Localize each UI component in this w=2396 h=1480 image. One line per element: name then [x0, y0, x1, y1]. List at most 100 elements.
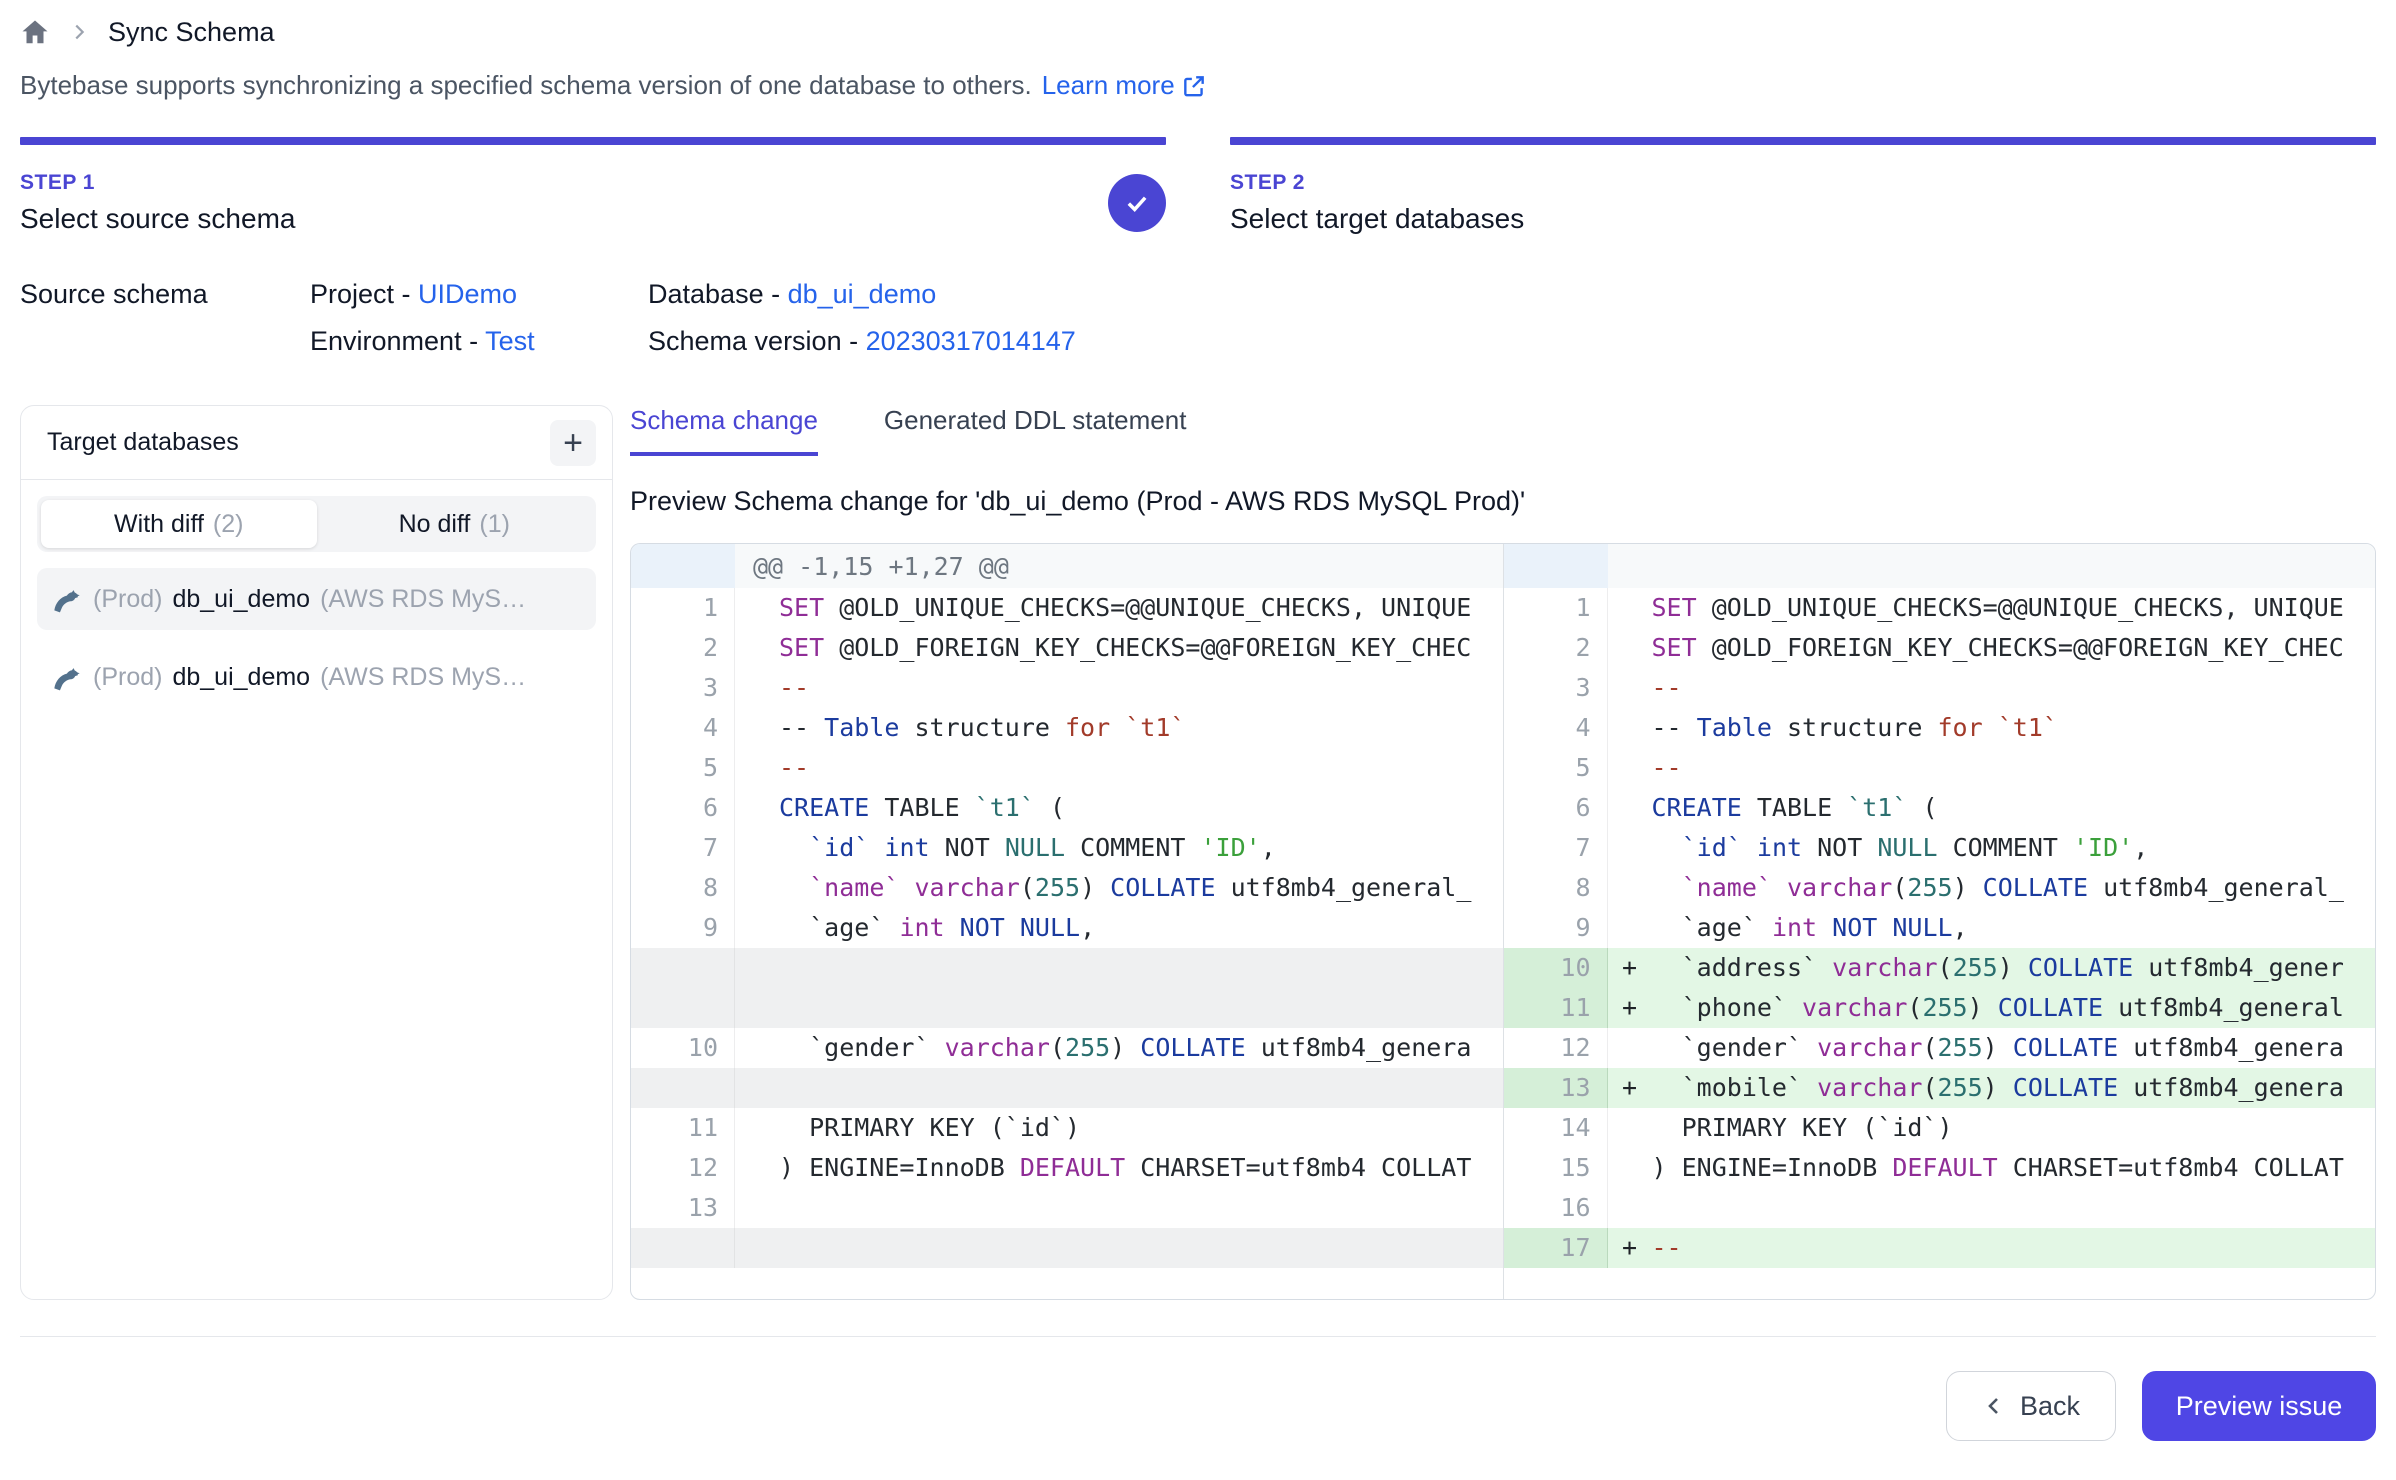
line-number: [631, 1228, 735, 1268]
diff-marker: [1608, 1028, 1652, 1068]
project-link[interactable]: UIDemo: [418, 279, 517, 309]
hunk-header: @@ -1,15 +1,27 @@: [735, 544, 1503, 588]
learn-more-link[interactable]: Learn more: [1042, 70, 1207, 101]
diff-original-line-7: 7 `id` int NOT NULL COMMENT 'ID',: [631, 828, 1503, 868]
line-number: 11: [631, 1108, 735, 1148]
diff-target-line-11: 11+ `phone` varchar(255) COLLATE utf8mb4…: [1504, 988, 2376, 1028]
diff-marker: [735, 1068, 779, 1108]
diff-marker: +: [1608, 988, 1652, 1028]
tab-generated-ddl-statement[interactable]: Generated DDL statement: [884, 405, 1187, 456]
diff-marker: [735, 1188, 779, 1228]
diff-marker: [735, 708, 779, 748]
diff-marker: [1608, 628, 1652, 668]
diff-marker: [1608, 1148, 1652, 1188]
source-field-environment: Environment - Test: [310, 326, 648, 357]
code-line: `id` int NOT NULL COMMENT 'ID',: [1652, 828, 2376, 868]
environment-link[interactable]: Test: [485, 326, 535, 356]
diff-original-line-12: 12) ENGINE=InnoDB DEFAULT CHARSET=utf8mb…: [631, 1148, 1503, 1188]
line-number: 5: [1504, 748, 1608, 788]
source-field-project: Project - UIDemo: [310, 279, 648, 310]
schema-version-link[interactable]: 20230317014147: [866, 326, 1076, 356]
code-line: [779, 1068, 1503, 1108]
line-number: 6: [631, 788, 735, 828]
page-description: Bytebase supports synchronizing a specif…: [20, 70, 2376, 101]
step-2-progress-bar: [1230, 137, 2376, 145]
diff-target-line-2: 2SET @OLD_FOREIGN_KEY_CHECKS=@@FOREIGN_K…: [1504, 628, 2376, 668]
diff-hunk-header-row: @@ -1,15 +1,27 @@: [631, 544, 2375, 588]
source-schema-summary: Source schema Project - UIDemo Database …: [20, 279, 2376, 357]
code-line: PRIMARY KEY (`id`): [1652, 1108, 2376, 1148]
line-number: 7: [631, 828, 735, 868]
target-databases-title: Target databases: [47, 428, 239, 457]
diff-right-gutter-header: [1504, 544, 1608, 588]
diff-marker: [1608, 788, 1652, 828]
diff-original-line-6: 6CREATE TABLE `t1` (: [631, 788, 1503, 828]
diff-marker: +: [1608, 1068, 1652, 1108]
preview-title: Preview Schema change for 'db_ui_demo (P…: [630, 486, 2376, 517]
code-line: `gender` varchar(255) COLLATE utf8mb4_ge…: [1652, 1028, 2376, 1068]
preview-issue-button[interactable]: Preview issue: [2142, 1371, 2376, 1441]
diff-marker: [735, 588, 779, 628]
code-line: [779, 1188, 1503, 1228]
line-number: 9: [631, 908, 735, 948]
code-line: [779, 948, 1503, 1028]
line-number: 4: [631, 708, 735, 748]
diff-marker: [735, 828, 779, 868]
diff-original-line-4: 4-- Table structure for `t1`: [631, 708, 1503, 748]
diff-filter-tab-no-diff[interactable]: No diff(1): [317, 500, 593, 548]
code-line: [779, 1228, 1503, 1268]
code-line: --: [779, 748, 1503, 788]
chevron-right-icon: [68, 21, 90, 43]
code-line: `id` int NOT NULL COMMENT 'ID',: [779, 828, 1503, 868]
step-2-label: STEP 2: [1230, 171, 1524, 195]
source-field-database: Database - db_ui_demo: [648, 279, 2376, 310]
line-number: 13: [631, 1188, 735, 1228]
line-number: 10: [631, 1028, 735, 1068]
add-target-database-button[interactable]: +: [550, 420, 596, 466]
tab-schema-change[interactable]: Schema change: [630, 405, 818, 456]
diff-target-line-6: 6CREATE TABLE `t1` (: [1504, 788, 2376, 828]
target-database-item[interactable]: (Prod)db_ui_demo(AWS RDS MyS…: [37, 646, 596, 708]
code-line: SET @OLD_FOREIGN_KEY_CHECKS=@@FOREIGN_KE…: [779, 628, 1503, 668]
description-text: Bytebase supports synchronizing a specif…: [20, 70, 1032, 101]
code-line: --: [1652, 1228, 2376, 1268]
home-icon[interactable]: [20, 17, 50, 47]
diff-original-line-11: 11 PRIMARY KEY (`id`): [631, 1108, 1503, 1148]
diff-marker: [1608, 1188, 1652, 1228]
diff-original-line-2: 2SET @OLD_FOREIGN_KEY_CHECKS=@@FOREIGN_K…: [631, 628, 1503, 668]
diff-filter-tab-with-diff[interactable]: With diff(2): [41, 500, 317, 548]
code-line: SET @OLD_UNIQUE_CHECKS=@@UNIQUE_CHECKS, …: [779, 588, 1503, 628]
target-database-item[interactable]: (Prod)db_ui_demo(AWS RDS MyS…: [37, 568, 596, 630]
diff-marker: [1608, 588, 1652, 628]
line-number: 12: [1504, 1028, 1608, 1068]
db-instance: (AWS RDS MyS…: [320, 585, 526, 614]
back-button[interactable]: Back: [1946, 1371, 2116, 1441]
db-name: db_ui_demo: [172, 663, 310, 692]
code-line: `age` int NOT NULL,: [1652, 908, 2376, 948]
diff-marker: [1608, 868, 1652, 908]
code-line: --: [779, 668, 1503, 708]
line-number: 1: [1504, 588, 1608, 628]
diff-target-line-13: 13+ `mobile` varchar(255) COLLATE utf8mb…: [1504, 1068, 2376, 1108]
diff-target-line-15: 15) ENGINE=InnoDB DEFAULT CHARSET=utf8mb…: [1504, 1148, 2376, 1188]
code-line: `name` varchar(255) COLLATE utf8mb4_gene…: [779, 868, 1503, 908]
diff-target-line-17: 17+--: [1504, 1228, 2376, 1268]
diff-original-line-9: 9 `age` int NOT NULL,: [631, 908, 1503, 948]
database-link[interactable]: db_ui_demo: [788, 279, 937, 309]
db-environment: (Prod): [93, 585, 162, 614]
diff-original-line-1: 1SET @OLD_UNIQUE_CHECKS=@@UNIQUE_CHECKS,…: [631, 588, 1503, 628]
db-environment: (Prod): [93, 663, 162, 692]
code-line: `name` varchar(255) COLLATE utf8mb4_gene…: [1652, 868, 2376, 908]
preview-tabs: Schema change Generated DDL statement: [630, 405, 2376, 456]
line-number: 7: [1504, 828, 1608, 868]
target-database-list: (Prod)db_ui_demo(AWS RDS MyS…(Prod)db_ui…: [37, 568, 596, 708]
line-number: 13: [1504, 1068, 1608, 1108]
diff-right-code-header: [1608, 544, 2376, 588]
target-databases-panel: Target databases + With diff(2)No diff(1…: [20, 405, 613, 1300]
diff-marker: [1608, 708, 1652, 748]
line-number: 12: [631, 1148, 735, 1188]
line-number: 5: [631, 748, 735, 788]
diff-marker: [735, 1228, 779, 1268]
line-number: 14: [1504, 1108, 1608, 1148]
diff-marker: [735, 868, 779, 908]
